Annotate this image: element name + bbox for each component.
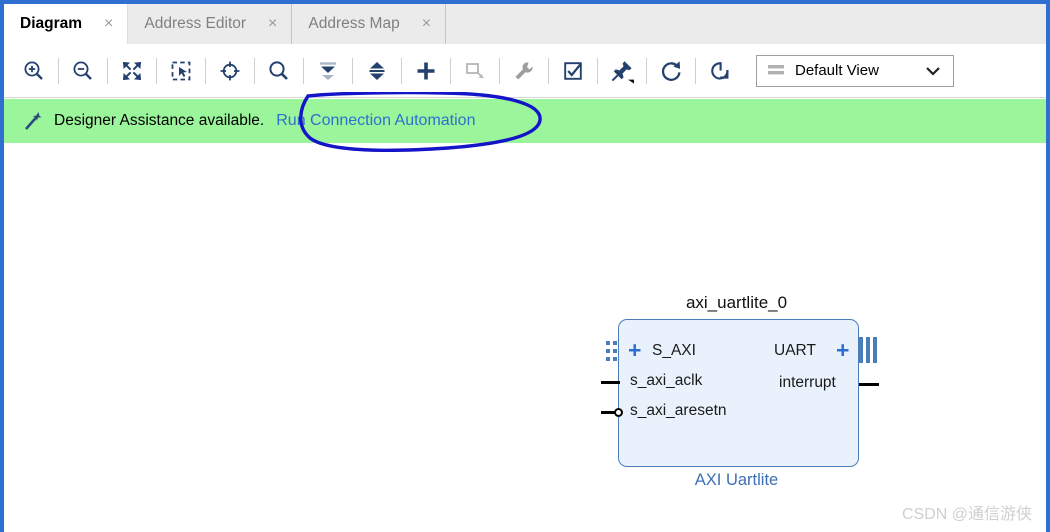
add-module-button: [453, 51, 497, 91]
port-label-interrupt: interrupt: [779, 374, 836, 391]
toolbar-separator: [58, 57, 59, 84]
toolbar-separator: [254, 57, 255, 84]
diagram-canvas[interactable]: axi_uartlite_0 + S_AXI s_axi_aclk s_axi_…: [4, 143, 1046, 532]
port-label-uart: UART: [774, 342, 816, 359]
ip-block-title: axi_uartlite_0: [685, 293, 788, 312]
search-button[interactable]: [257, 51, 301, 91]
refresh-icon: [659, 59, 683, 83]
expand-all-button[interactable]: [355, 51, 399, 91]
tab-address-editor-close-icon[interactable]: ×: [268, 16, 277, 32]
add-ip-button[interactable]: [404, 51, 448, 91]
validate-design-icon: [561, 59, 585, 83]
zoom-out-icon: [71, 59, 95, 83]
toolbar-separator: [695, 57, 696, 84]
pin-button[interactable]: [600, 51, 644, 91]
zoom-in-button[interactable]: [12, 51, 56, 91]
assistance-message: Designer Assistance available.: [54, 112, 265, 129]
zoom-to-selection-icon: [169, 59, 193, 83]
collapse-all-button[interactable]: [306, 51, 350, 91]
zoom-to-selection-button[interactable]: [159, 51, 203, 91]
tab-diagram-label: Diagram: [20, 15, 83, 32]
toolbar-separator: [303, 57, 304, 84]
port-pin-s-axi-aclk[interactable]: [601, 381, 620, 384]
tab-diagram[interactable]: Diagram ×: [4, 4, 129, 44]
pin-icon: [609, 58, 635, 84]
port-pin-s-axi-aresetn-bubble[interactable]: [614, 408, 623, 417]
s-axi-expander-plus[interactable]: +: [628, 339, 641, 362]
port-label-s-axi-aclk: s_axi_aclk: [630, 372, 703, 389]
tab-address-editor[interactable]: Address Editor ×: [128, 4, 293, 44]
add-module-icon: [463, 59, 487, 83]
collapse-all-icon: [316, 59, 340, 83]
search-icon: [267, 59, 291, 83]
expand-all-icon: [365, 59, 389, 83]
port-label-s-axi-aresetn: s_axi_aresetn: [630, 402, 727, 419]
zoom-fit-icon: [120, 59, 144, 83]
port-pin-s-axi-aresetn[interactable]: [601, 411, 615, 414]
tab-bar: Diagram × Address Editor × Address Map ×: [4, 4, 1046, 45]
view-select-label: Default View: [795, 62, 879, 79]
watermark: CSDN @通信游侠: [901, 506, 1032, 523]
window-content: Diagram × Address Editor × Address Map ×: [4, 4, 1046, 532]
toolbar-separator: [156, 57, 157, 84]
toolbar-separator: [450, 57, 451, 84]
toolbar-separator: [401, 57, 402, 84]
regenerate-layout-button[interactable]: [698, 51, 742, 91]
validate-design-button[interactable]: [551, 51, 595, 91]
chevron-down-icon[interactable]: [925, 65, 941, 77]
run-connection-automation-link[interactable]: Run Connection Automation: [276, 112, 475, 130]
zoom-out-button[interactable]: [61, 51, 105, 91]
zoom-fit-button[interactable]: [110, 51, 154, 91]
settings-wrench-icon: [512, 59, 536, 83]
locate-button[interactable]: [208, 51, 252, 91]
magic-wand-icon: [22, 110, 42, 132]
tab-address-map-label: Address Map: [308, 15, 400, 32]
tab-bar-filler: [446, 4, 1046, 44]
toolbar-separator: [352, 57, 353, 84]
uart-expander-plus[interactable]: +: [836, 339, 849, 362]
port-pin-uart[interactable]: [859, 337, 877, 363]
settings-button: [502, 51, 546, 91]
zoom-in-icon: [22, 59, 46, 83]
application-window: Diagram × Address Editor × Address Map ×: [0, 0, 1050, 532]
diagram-toolbar: Default View: [4, 44, 1046, 98]
layers-icon: [767, 63, 785, 79]
view-select-dropdown[interactable]: Default View: [756, 54, 954, 87]
tab-address-map[interactable]: Address Map ×: [292, 4, 447, 44]
refresh-button[interactable]: [649, 51, 693, 91]
regenerate-layout-icon: [708, 59, 732, 83]
toolbar-separator: [548, 57, 549, 84]
port-pin-interrupt[interactable]: [859, 383, 879, 386]
designer-assistance-banner: Designer Assistance available. Run Conne…: [4, 99, 1046, 143]
port-pin-s-axi[interactable]: [606, 341, 618, 363]
toolbar-separator: [597, 57, 598, 84]
toolbar-separator: [205, 57, 206, 84]
add-ip-icon: [414, 59, 438, 83]
port-label-s-axi: S_AXI: [652, 342, 696, 359]
ip-block-caption: AXI Uartlite: [694, 471, 779, 489]
toolbar-separator: [107, 57, 108, 84]
locate-crosshair-icon: [218, 59, 242, 83]
tab-address-map-close-icon[interactable]: ×: [422, 16, 431, 32]
tab-address-editor-label: Address Editor: [144, 15, 247, 32]
toolbar-separator: [499, 57, 500, 84]
toolbar-separator: [646, 57, 647, 84]
tab-diagram-close-icon[interactable]: ×: [104, 16, 113, 32]
